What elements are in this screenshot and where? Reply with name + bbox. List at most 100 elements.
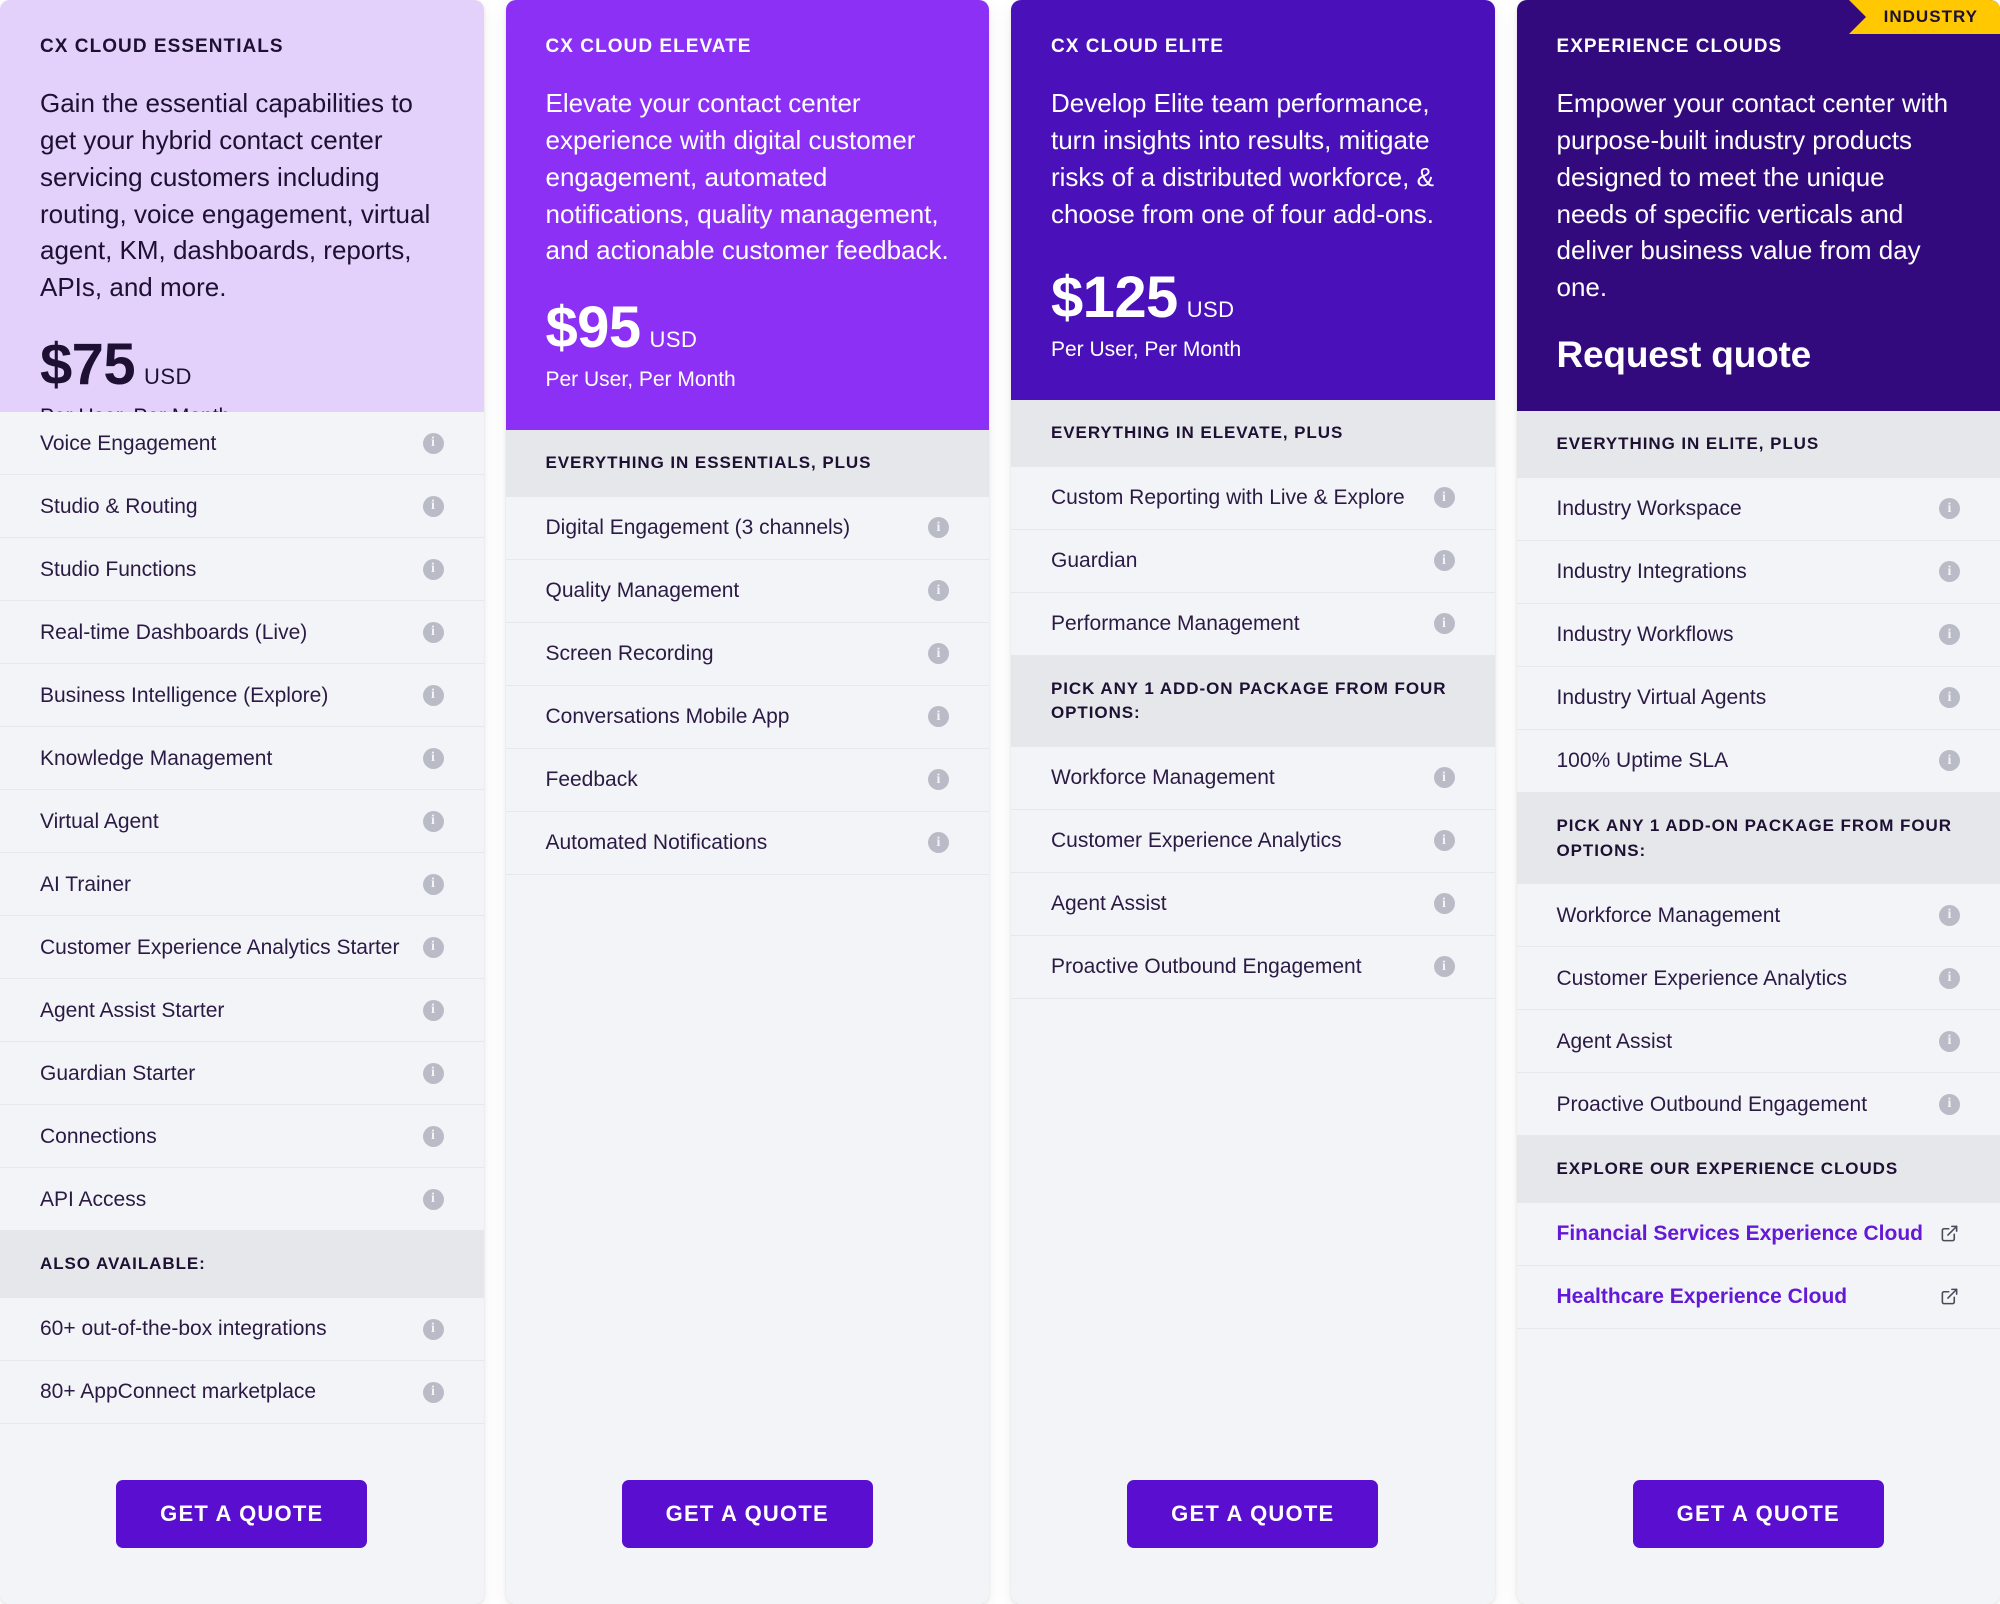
info-icon[interactable]: i [1433, 767, 1455, 789]
feature-link-row[interactable]: Financial Services Experience Cloud [1516, 1202, 2000, 1266]
plan-header-0: CX CLOUD ESSENTIALS Gain the essential ca… [0, 0, 484, 428]
feature-row: Quality Management i [505, 559, 989, 623]
info-icon[interactable]: i [422, 432, 444, 454]
info-icon[interactable]: i [1939, 498, 1960, 520]
info-icon[interactable]: i [422, 999, 444, 1021]
info-icon[interactable]: i [928, 580, 949, 602]
info-icon[interactable]: i [928, 517, 949, 539]
feature-label: Customer Experience Analytics [1051, 829, 1342, 853]
info-icon[interactable]: i [928, 643, 949, 665]
plan-price-amount: $125 [1051, 265, 1178, 330]
feature-link-row[interactable]: Healthcare Experience Cloud [1516, 1265, 2000, 1329]
info-icon[interactable]: i [1939, 967, 1960, 989]
feature-row: Business Intelligence (Explore) i [0, 664, 484, 728]
feature-row: Real-time Dashboards (Live) i [0, 601, 484, 665]
plan-feature-list-1: EVERYTHING IN ESSENTIALS, PLUS Digital En… [505, 430, 989, 1434]
feature-label: Business Intelligence (Explore) [40, 683, 329, 707]
feature-section-heading: EXPLORE OUR EXPERIENCE CLOUDS [1516, 1136, 2000, 1203]
feature-label: Industry Workspace [1556, 497, 1742, 521]
info-icon[interactable]: i [422, 936, 444, 958]
plan-price-row: $95 USD [546, 299, 950, 357]
plan-price-row: $125 USD [1051, 269, 1455, 327]
plan-description: Empower your contact center with purpose… [1556, 87, 1949, 303]
info-icon[interactable]: i [422, 747, 444, 769]
feature-row: Agent Assist i [1516, 1010, 2000, 1074]
feature-section-heading: EVERYTHING IN ELEVATE, PLUS [1011, 400, 1495, 467]
info-icon[interactable]: i [422, 495, 444, 517]
external-link-icon[interactable] [1939, 1286, 1960, 1307]
plan-price-period: Per User, Per Month [545, 368, 736, 392]
get-a-quote-button[interactable]: GET A QUOTE [1127, 1480, 1379, 1548]
external-link-icon[interactable] [1939, 1223, 1960, 1244]
info-icon[interactable]: i [1433, 893, 1455, 915]
plan-eyebrow: CX CLOUD ELITE [1051, 36, 1224, 57]
info-icon[interactable]: i [422, 558, 444, 580]
feature-row: Agent Assist i [1011, 872, 1495, 936]
feature-label: Guardian Starter [40, 1061, 196, 1085]
info-icon[interactable]: i [422, 873, 444, 895]
info-icon[interactable]: i [422, 684, 444, 706]
feature-label: Feedback [545, 768, 638, 792]
info-icon[interactable]: i [1939, 687, 1960, 709]
feature-row: Screen Recording i [505, 622, 989, 686]
info-icon[interactable]: i [1433, 830, 1455, 852]
plan-eyebrow: EXPERIENCE CLOUDS [1556, 36, 1783, 57]
feature-row: Workforce Management i [1516, 884, 2000, 948]
info-icon[interactable]: i [928, 832, 949, 854]
get-a-quote-button[interactable]: GET A QUOTE [621, 1480, 873, 1548]
feature-section-heading: PICK ANY 1 ADD-ON PACKAGE FROM FOUR OPTI… [1516, 792, 2000, 885]
feature-row: Studio Functions i [0, 538, 484, 602]
feature-row: Industry Workflows i [1516, 603, 2000, 667]
info-icon[interactable]: i [1433, 956, 1455, 978]
info-icon[interactable]: i [422, 1381, 444, 1403]
info-icon[interactable]: i [422, 1318, 444, 1340]
industry-badge: INDUSTRY [1848, 0, 2000, 34]
plan-footer-0: GET A QUOTE [0, 1434, 484, 1604]
info-icon[interactable]: i [1433, 613, 1455, 635]
info-icon[interactable]: i [422, 1125, 444, 1147]
feature-list-filler [1011, 998, 1495, 1434]
info-icon[interactable]: i [928, 769, 949, 791]
plan-price-period: Per User, Per Month [1051, 338, 1242, 361]
feature-label: Industry Integrations [1556, 560, 1747, 584]
info-icon[interactable]: i [422, 621, 444, 643]
feature-label: Quality Management [545, 579, 740, 603]
get-a-quote-button[interactable]: GET A QUOTE [116, 1480, 368, 1548]
info-icon[interactable]: i [1939, 1030, 1960, 1052]
info-icon[interactable]: i [1939, 561, 1960, 583]
info-icon[interactable]: i [1939, 624, 1960, 646]
feature-row: Conversations Mobile App i [505, 685, 989, 749]
info-icon[interactable]: i [1939, 750, 1960, 772]
plan-card-inner-1: CX CLOUD ELEVATE Elevate your contact cen… [505, 0, 989, 1604]
info-icon[interactable]: i [1939, 904, 1960, 926]
feature-label: Customer Experience Analytics Starter [40, 935, 400, 959]
info-icon[interactable]: i [928, 706, 949, 728]
feature-section-heading: PICK ANY 1 ADD-ON PACKAGE FROM FOUR OPTI… [1011, 655, 1495, 747]
feature-row: Connections i [0, 1105, 484, 1169]
feature-row: Guardian i [1011, 529, 1495, 593]
feature-label: AI Trainer [40, 872, 132, 896]
plan-card-1: CX CLOUD ELEVATE Elevate your contact cen… [505, 0, 989, 1604]
plan-feature-list-0: Voice Engagement i Studio & Routing i Studio… [0, 412, 484, 1434]
plan-card-0: CX CLOUD ESSENTIALS Gain the essential ca… [0, 0, 484, 1604]
feature-row: Workforce Management i [1011, 746, 1495, 810]
feature-label: Proactive Outbound Engagement [1556, 1092, 1868, 1116]
info-icon[interactable]: i [1939, 1093, 1960, 1115]
info-icon[interactable]: i [422, 1188, 444, 1210]
get-a-quote-button[interactable]: GET A QUOTE [1632, 1480, 1884, 1548]
feature-list-filler [505, 874, 989, 1434]
info-icon[interactable]: i [1433, 550, 1455, 572]
feature-list-filler [1516, 1328, 2000, 1434]
feature-label: Custom Reporting with Live & Explore [1051, 485, 1405, 509]
feature-label: Healthcare Experience Cloud [1556, 1285, 1848, 1309]
feature-row: Industry Integrations i [1516, 540, 2000, 604]
info-icon[interactable]: i [422, 1062, 444, 1084]
feature-row: 60+ out-of-the-box integrations i [0, 1298, 484, 1361]
plan-header-2: CX CLOUD ELITE Develop Elite team perform… [1011, 0, 1495, 400]
feature-label: API Access [40, 1187, 147, 1211]
feature-label: Knowledge Management [40, 746, 273, 770]
feature-row: Proactive Outbound Engagement i [1011, 935, 1495, 999]
info-icon[interactable]: i [422, 810, 444, 832]
feature-label: Guardian [1051, 548, 1138, 572]
info-icon[interactable]: i [1433, 487, 1455, 509]
